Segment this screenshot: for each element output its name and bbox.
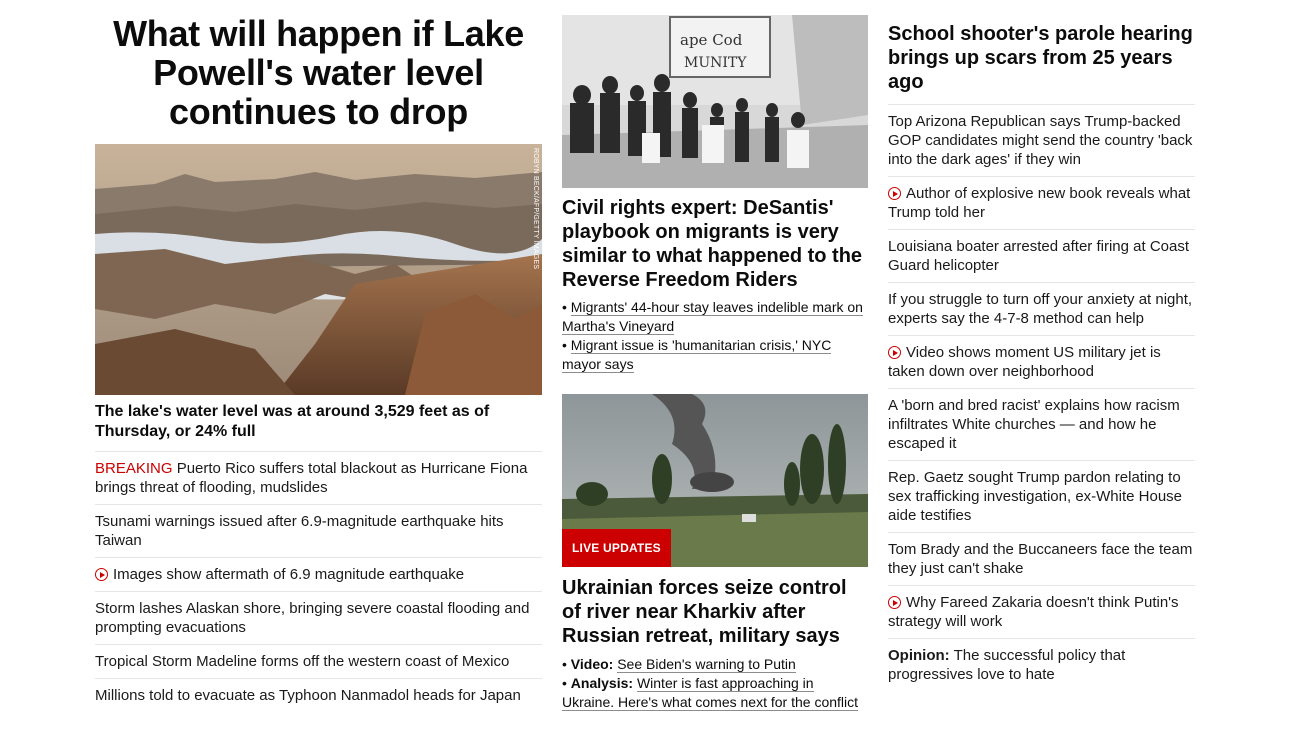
list-item[interactable]: If you struggle to turn off your anxiety… <box>888 283 1195 336</box>
reverse-freedom-riders-image: ape Cod MUNITY <box>562 15 868 188</box>
related-link-text: Migrants' 44-hour stay leaves indelible … <box>562 299 863 335</box>
list-item-text: Tom Brady and the Buccaneers face the te… <box>888 541 1193 577</box>
list-item[interactable]: Rep. Gaetz sought Trump pardon relating … <box>888 461 1195 533</box>
list-item-text: Millions told to evacuate as Typhoon Nan… <box>95 687 521 704</box>
svg-text:MUNITY: MUNITY <box>684 55 747 71</box>
list-item[interactable]: Storm lashes Alaskan shore, bringing sev… <box>95 592 542 645</box>
list-item-text: A 'born and bred racist' explains how ra… <box>888 397 1180 452</box>
story-card: ape Cod MUNITY Civil rights expert: DeSa… <box>562 15 868 374</box>
right-column: School shooter's parole hearing brings u… <box>888 0 1195 691</box>
lead-caption[interactable]: The lake's water level was at around 3,5… <box>95 402 542 452</box>
list-item[interactable]: Opinion: The successful policy that prog… <box>888 639 1195 691</box>
related-link[interactable]: • Video: See Biden's warning to Putin <box>562 655 868 674</box>
lake-powell-image <box>95 144 542 395</box>
lake-powell-photo[interactable]: ROBYN BECK/AFP/GETTY IMAGES <box>95 144 542 395</box>
related-link-label: Analysis: <box>570 675 634 691</box>
lead-headline-list: BREAKING Puerto Rico suffers total black… <box>95 452 542 712</box>
related-link[interactable]: • Migrant issue is 'humanitarian crisis,… <box>562 336 868 374</box>
list-item-text: Top Arizona Republican says Trump-backed… <box>888 113 1193 168</box>
list-item[interactable]: Louisiana boater arrested after firing a… <box>888 230 1195 283</box>
list-item-text: Storm lashes Alaskan shore, bringing sev… <box>95 600 530 636</box>
play-icon <box>888 596 901 609</box>
right-headline-list: Top Arizona Republican says Trump-backed… <box>888 105 1195 691</box>
svg-text:ape Cod: ape Cod <box>680 31 743 49</box>
play-icon <box>95 568 108 581</box>
list-item[interactable]: Images show aftermath of 6.9 magnitude e… <box>95 558 542 592</box>
live-updates-badge: LIVE UPDATES <box>562 529 671 567</box>
play-icon <box>888 187 901 200</box>
list-item[interactable]: BREAKING Puerto Rico suffers total black… <box>95 452 542 505</box>
list-item-text: Rep. Gaetz sought Trump pardon relating … <box>888 469 1183 524</box>
list-item-text: Louisiana boater arrested after firing a… <box>888 238 1190 274</box>
list-item-text: Tropical Storm Madeline forms off the we… <box>95 653 510 670</box>
list-item-text: Video shows moment US military jet is ta… <box>888 344 1161 380</box>
related-link-text: Migrant issue is 'humanitarian crisis,' … <box>562 337 832 373</box>
ukraine-photo[interactable]: LIVE UPDATES <box>562 394 868 567</box>
related-link-text: See Biden's warning to Putin <box>617 656 796 673</box>
list-item[interactable]: A 'born and bred racist' explains how ra… <box>888 389 1195 461</box>
list-item-text: Images show aftermath of 6.9 magnitude e… <box>113 566 465 583</box>
related-links: • Migrants' 44-hour stay leaves indelibl… <box>562 298 868 374</box>
list-item[interactable]: Tropical Storm Madeline forms off the we… <box>95 645 542 679</box>
list-item[interactable]: Millions told to evacuate as Typhoon Nan… <box>95 679 542 712</box>
related-link[interactable]: • Analysis: Winter is fast approaching i… <box>562 674 868 712</box>
related-link[interactable]: • Migrants' 44-hour stay leaves indelibl… <box>562 298 868 336</box>
section-headline[interactable]: School shooter's parole hearing brings u… <box>888 22 1195 105</box>
play-icon <box>888 346 901 359</box>
related-links: • Video: See Biden's warning to Putin • … <box>562 655 868 712</box>
list-item[interactable]: Why Fareed Zakaria doesn't think Putin's… <box>888 586 1195 639</box>
lead-column: What will happen if Lake Powell's water … <box>95 0 542 712</box>
list-item[interactable]: Video shows moment US military jet is ta… <box>888 336 1195 389</box>
photo-credit: ROBYN BECK/AFP/GETTY IMAGES <box>532 148 539 270</box>
list-item[interactable]: Tom Brady and the Buccaneers face the te… <box>888 533 1195 586</box>
lead-headline[interactable]: What will happen if Lake Powell's water … <box>95 14 542 131</box>
breaking-label: BREAKING <box>95 460 173 477</box>
list-item[interactable]: Author of explosive new book reveals wha… <box>888 177 1195 230</box>
opinion-label: Opinion: <box>888 647 950 664</box>
story-card: LIVE UPDATES Ukrainian forces seize cont… <box>562 394 868 712</box>
list-item[interactable]: Tsunami warnings issued after 6.9-magnit… <box>95 505 542 558</box>
list-item-text: Why Fareed Zakaria doesn't think Putin's… <box>888 594 1179 630</box>
related-link-label: Video: <box>570 656 614 672</box>
list-item-text: If you struggle to turn off your anxiety… <box>888 291 1193 327</box>
list-item[interactable]: Top Arizona Republican says Trump-backed… <box>888 105 1195 177</box>
middle-column: ape Cod MUNITY Civil rights expert: DeSa… <box>562 0 868 711</box>
card-headline[interactable]: Civil rights expert: DeSantis' playbook … <box>562 196 868 292</box>
reverse-freedom-riders-photo[interactable]: ape Cod MUNITY <box>562 15 868 188</box>
card-headline[interactable]: Ukrainian forces seize control of river … <box>562 576 868 648</box>
list-item-text: Tsunami warnings issued after 6.9-magnit… <box>95 513 504 549</box>
list-item-text: Author of explosive new book reveals wha… <box>888 185 1191 221</box>
